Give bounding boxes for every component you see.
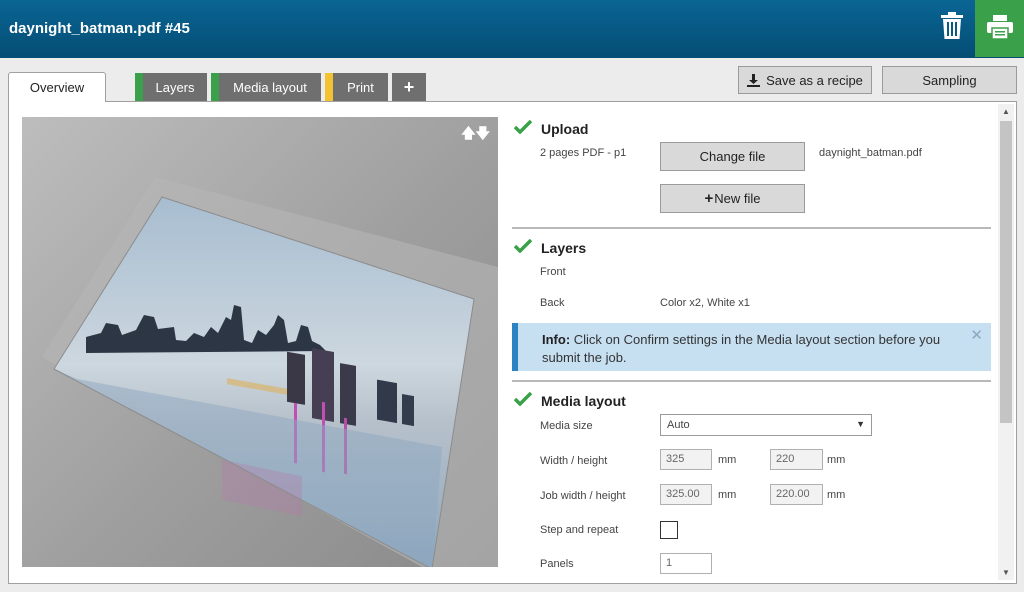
- media-size-select[interactable]: Auto ▼: [660, 414, 872, 436]
- job-height-input[interactable]: 220.00: [770, 484, 823, 505]
- media-sheet-preview: [42, 177, 498, 567]
- scroll-down-icon[interactable]: ▼: [1002, 568, 1010, 577]
- unit-label: mm: [718, 489, 737, 501]
- upload-section-title: Upload: [541, 121, 589, 137]
- caret-down-icon: ▼: [856, 419, 865, 429]
- scroll-up-icon[interactable]: ▲: [1002, 107, 1010, 116]
- status-strip: [135, 73, 143, 101]
- tab-layers-label: Layers: [155, 79, 195, 95]
- scrollbar-thumb[interactable]: [1000, 121, 1012, 423]
- add-tab-button[interactable]: +: [392, 73, 426, 101]
- section-divider: [512, 227, 991, 229]
- plus-icon: +: [403, 76, 415, 97]
- section-divider: [512, 380, 991, 382]
- tab-media-layout-label: Media layout: [233, 79, 307, 95]
- job-title: daynight_batman.pdf #45: [9, 20, 190, 37]
- job-width-height-label: Job width / height: [540, 490, 626, 502]
- tab-media-layout[interactable]: Media layout: [211, 73, 321, 101]
- job-preview[interactable]: 🡅🡇: [22, 117, 498, 567]
- step-and-repeat-label: Step and repeat: [540, 524, 619, 536]
- pages-info: 2 pages PDF - p1: [540, 147, 627, 159]
- save-as-recipe-label: Save as a recipe: [766, 72, 863, 88]
- reorder-arrows-icon[interactable]: 🡅🡇: [461, 123, 490, 147]
- change-file-label: Change file: [699, 149, 766, 164]
- plus-icon: +: [704, 190, 714, 207]
- info-prefix: Info:: [542, 332, 571, 347]
- media-size-value: Auto: [667, 419, 690, 431]
- save-as-recipe-button[interactable]: Save as a recipe: [738, 66, 872, 94]
- media-layout-section-title: Media layout: [541, 393, 626, 409]
- panels-label: Panels: [540, 558, 574, 570]
- file-name: daynight_batman.pdf: [819, 147, 922, 159]
- change-file-button[interactable]: Change file: [660, 142, 805, 171]
- front-label: Front: [540, 266, 566, 278]
- tab-overview[interactable]: Overview: [8, 72, 106, 102]
- check-icon: [514, 120, 532, 134]
- layers-section-title: Layers: [541, 240, 587, 256]
- status-strip: [325, 73, 333, 101]
- sampling-button[interactable]: Sampling: [882, 66, 1017, 94]
- print-button[interactable]: [975, 0, 1024, 57]
- height-input[interactable]: 220: [770, 449, 823, 470]
- tab-print-label: Print: [347, 79, 374, 95]
- info-text-line2: submit the job.: [542, 350, 627, 365]
- back-label: Back: [540, 297, 565, 309]
- check-icon: [514, 239, 532, 253]
- width-input[interactable]: 325: [660, 449, 712, 470]
- info-message: Info: Click on Confirm settings in the M…: [512, 323, 991, 371]
- tab-layers[interactable]: Layers: [135, 73, 207, 101]
- download-icon: [747, 73, 761, 87]
- panels-input[interactable]: 1: [660, 553, 712, 574]
- unit-label: mm: [718, 454, 737, 466]
- job-width-input[interactable]: 325.00: [660, 484, 712, 505]
- step-and-repeat-checkbox[interactable]: [660, 521, 678, 539]
- info-text-line1: Click on Confirm settings in the Media l…: [570, 332, 941, 347]
- trash-icon[interactable]: [940, 12, 966, 42]
- back-value: Color x2, White x1: [660, 297, 750, 309]
- settings-panel: Upload 2 pages PDF - p1 Change file dayn…: [512, 110, 992, 582]
- tab-print[interactable]: Print: [325, 73, 388, 101]
- new-file-label: New file: [714, 191, 761, 206]
- tab-overview-label: Overview: [29, 80, 85, 95]
- close-icon[interactable]: ✕: [970, 327, 983, 345]
- status-strip: [211, 73, 219, 101]
- media-size-label: Media size: [540, 420, 593, 432]
- unit-label: mm: [827, 454, 846, 466]
- sampling-label: Sampling: [922, 72, 977, 88]
- app-header: daynight_batman.pdf #45: [0, 0, 1024, 58]
- width-height-label: Width / height: [540, 455, 608, 467]
- unit-label: mm: [827, 489, 846, 501]
- settings-scrollbar[interactable]: ▲ ▼: [998, 104, 1014, 580]
- check-icon: [514, 392, 532, 406]
- new-file-button[interactable]: + New file: [660, 184, 805, 213]
- printer-icon: [987, 15, 1013, 39]
